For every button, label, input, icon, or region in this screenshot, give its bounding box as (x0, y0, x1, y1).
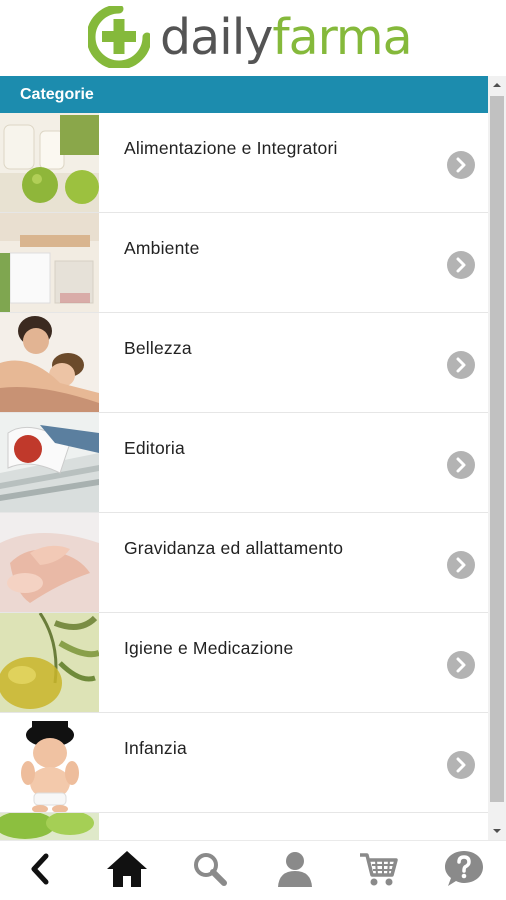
scroll-up-arrow-icon[interactable] (488, 76, 506, 94)
bottom-nav (0, 840, 506, 900)
category-image (0, 313, 99, 412)
help-icon (443, 849, 485, 894)
help-button[interactable] (440, 849, 488, 893)
cart-icon (358, 849, 400, 894)
back-button[interactable] (17, 849, 65, 893)
logo-word-farma: farma (272, 8, 412, 66)
home-icon (105, 849, 149, 894)
chevron-right-icon (447, 451, 475, 479)
category-row[interactable]: Editoria (0, 413, 488, 513)
category-row[interactable]: Alimentazione e Integratori (0, 113, 488, 213)
category-image (0, 413, 99, 512)
pharmacy-cross-icon (86, 4, 152, 70)
category-row[interactable]: Ambiente (0, 213, 488, 313)
logo-bar: dailyfarma (0, 0, 506, 76)
category-image (0, 613, 99, 712)
category-image (0, 813, 99, 840)
user-icon (275, 849, 315, 894)
category-label: Alimentazione e Integratori (124, 138, 338, 158)
category-image (0, 213, 99, 312)
logo-wordmark: dailyfarma (160, 13, 413, 62)
account-button[interactable] (271, 849, 319, 893)
category-label: Igiene e Medicazione (124, 638, 294, 658)
category-image (0, 713, 99, 812)
category-row[interactable]: Igiene e Medicazione (0, 613, 488, 713)
category-label: Ambiente (124, 238, 200, 258)
category-row[interactable]: Bellezza (0, 313, 488, 413)
category-image (0, 113, 99, 212)
cart-button[interactable] (355, 849, 403, 893)
chevron-right-icon (447, 751, 475, 779)
chevron-right-icon (447, 551, 475, 579)
search-button[interactable] (186, 849, 234, 893)
chevron-right-icon (447, 251, 475, 279)
category-label: Gravidanza ed allattamento (124, 538, 344, 558)
search-icon (191, 850, 229, 893)
chevron-right-icon (447, 351, 475, 379)
dailyfarma-logo[interactable]: dailyfarma (86, 4, 418, 70)
home-button[interactable] (103, 849, 151, 893)
scroll-down-arrow-icon[interactable] (488, 822, 506, 840)
scrollbar[interactable] (488, 76, 506, 840)
chevron-right-icon (447, 151, 475, 179)
logo-word-daily: daily (160, 8, 273, 66)
chevron-left-icon (26, 852, 56, 891)
category-image (0, 513, 99, 612)
category-row[interactable]: Infanzia (0, 713, 488, 813)
app-screen: dailyfarma Categorie Alimentazione e Int… (0, 0, 506, 900)
scrollbar-thumb[interactable] (490, 96, 504, 802)
category-list: Alimentazione e Integratori Ambiente Bel… (0, 113, 488, 840)
category-label: Bellezza (124, 338, 192, 358)
category-label: Editoria (124, 438, 185, 458)
categories-header: Categorie (0, 76, 488, 113)
category-row[interactable] (0, 813, 488, 840)
category-label: Infanzia (124, 738, 187, 758)
chevron-right-icon (447, 651, 475, 679)
category-row[interactable]: Gravidanza ed allattamento (0, 513, 488, 613)
